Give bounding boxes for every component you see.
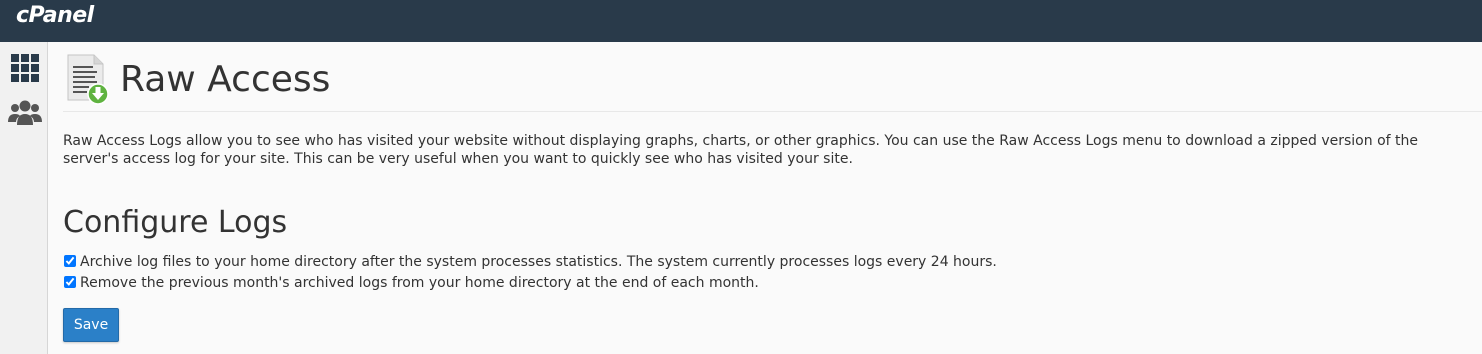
- title-divider: [63, 111, 1482, 112]
- top-bar: cPanel: [0, 0, 1482, 42]
- archive-logs-checkbox[interactable]: [64, 255, 76, 267]
- remove-archived-logs-label: Remove the previous month's archived log…: [80, 275, 759, 291]
- archive-logs-option[interactable]: Archive log files to your home directory…: [63, 254, 997, 270]
- remove-archived-logs-option[interactable]: Remove the previous month's archived log…: [63, 275, 759, 291]
- configure-logs-heading: Configure Logs: [63, 205, 288, 240]
- page-title: Raw Access: [120, 59, 331, 100]
- cpanel-logo[interactable]: cPanel: [16, 3, 94, 28]
- grid-icon[interactable]: [9, 52, 41, 84]
- archive-logs-label: Archive log files to your home directory…: [80, 254, 997, 270]
- main-content: Raw Access Raw Access Logs allow you to …: [48, 42, 1482, 354]
- remove-archived-logs-checkbox[interactable]: [64, 276, 76, 288]
- page-description: Raw Access Logs allow you to see who has…: [63, 133, 1418, 167]
- raw-access-icon: [65, 54, 109, 106]
- save-button[interactable]: Save: [63, 308, 119, 342]
- users-icon[interactable]: [7, 98, 43, 130]
- sidebar: [0, 42, 48, 354]
